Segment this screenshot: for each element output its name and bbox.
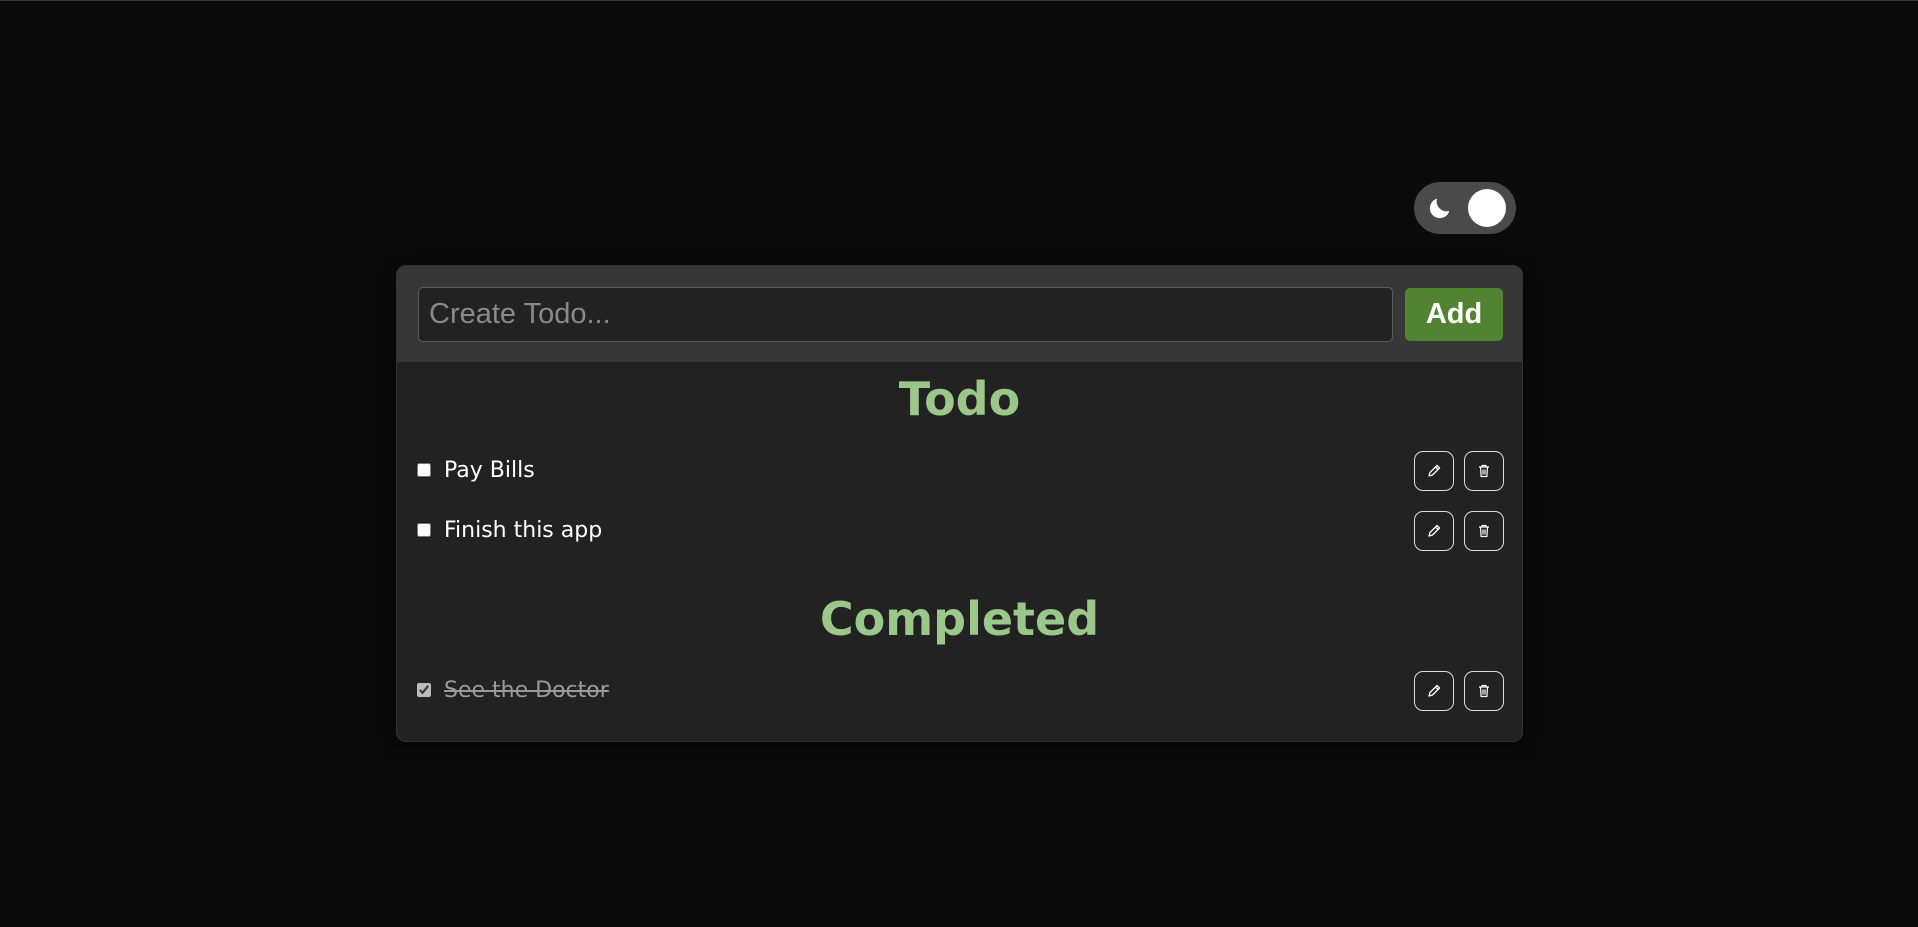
todo-section-title: Todo — [898, 372, 1021, 426]
todo-checkbox[interactable] — [417, 683, 431, 697]
trash-icon — [1479, 464, 1489, 478]
add-button[interactable]: Add — [1405, 288, 1503, 341]
todo-card: Add Todo Pay Bills Finish this app — [396, 265, 1523, 742]
list-item: Finish this app — [397, 511, 1522, 551]
moon-icon — [1429, 198, 1450, 219]
completed-section-title: Completed — [819, 592, 1100, 646]
delete-button[interactable] — [1464, 511, 1504, 551]
composer-bar: Add — [397, 266, 1522, 362]
todo-checkbox[interactable] — [417, 463, 431, 477]
toggle-knob — [1468, 189, 1506, 227]
edit-button[interactable] — [1414, 671, 1454, 711]
list-item: See the Doctor — [397, 671, 1522, 711]
todo-label: See the Doctor — [444, 678, 609, 703]
todo-label: Finish this app — [444, 518, 603, 543]
pencil-icon — [1428, 684, 1441, 697]
theme-toggle[interactable] — [1414, 182, 1516, 234]
create-todo-input[interactable] — [418, 287, 1393, 342]
top-border — [0, 0, 1918, 1]
list-item: Pay Bills — [397, 451, 1522, 491]
todo-checkbox[interactable] — [417, 523, 431, 537]
delete-button[interactable] — [1464, 671, 1504, 711]
edit-button[interactable] — [1414, 511, 1454, 551]
trash-icon — [1479, 524, 1489, 538]
todo-label: Pay Bills — [444, 458, 535, 483]
pencil-icon — [1428, 464, 1441, 477]
pencil-icon — [1428, 524, 1441, 537]
delete-button[interactable] — [1464, 451, 1504, 491]
trash-icon — [1479, 684, 1489, 698]
edit-button[interactable] — [1414, 451, 1454, 491]
